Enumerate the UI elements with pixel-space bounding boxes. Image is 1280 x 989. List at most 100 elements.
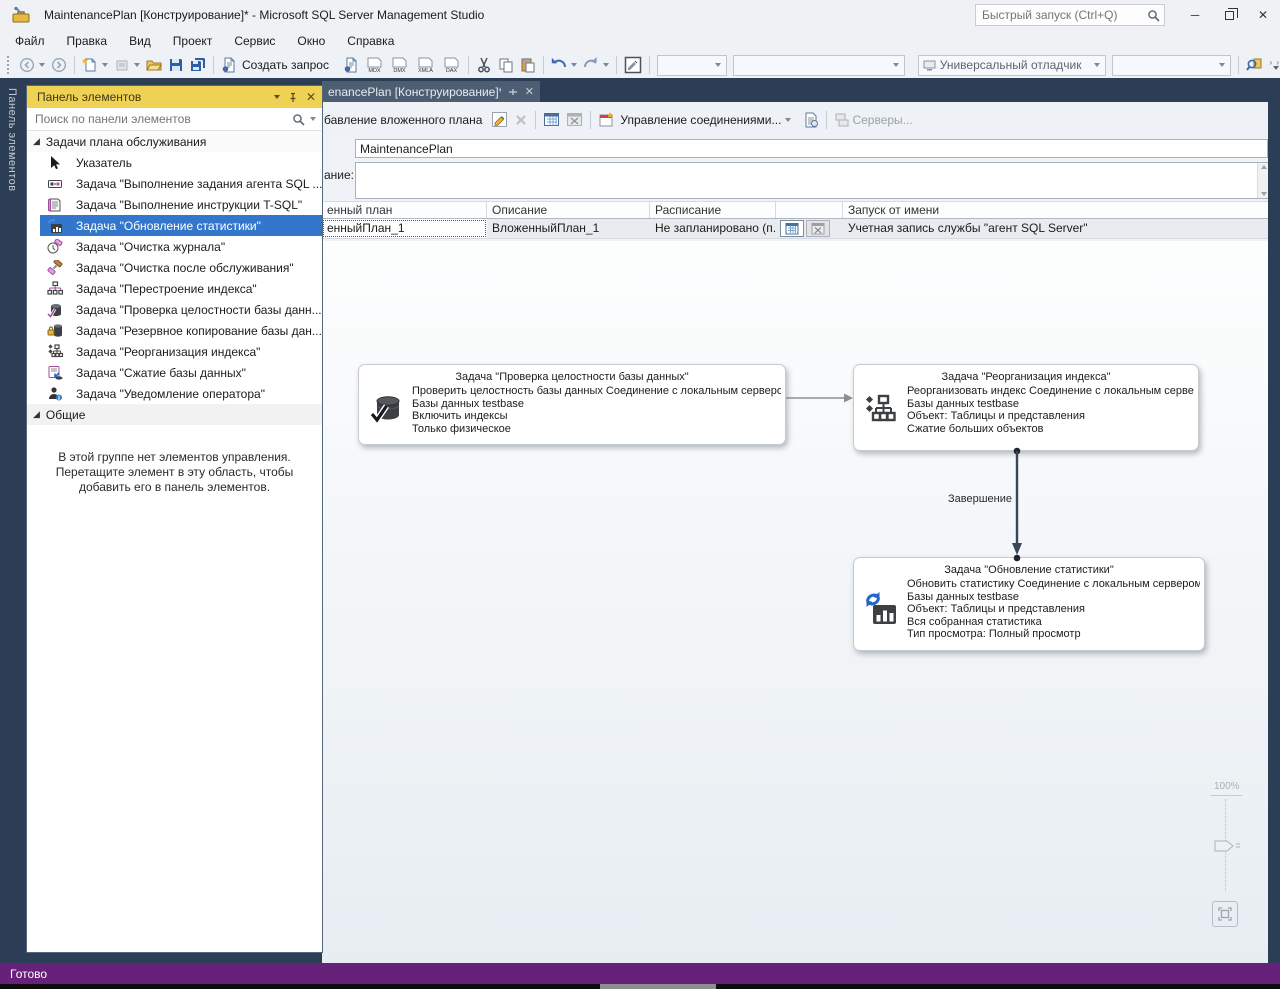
toolbox-item-pointer[interactable]: Указатель bbox=[27, 152, 322, 173]
toolbox-item-check-integrity-task[interactable]: Задача "Проверка целостности базы данн..… bbox=[27, 299, 322, 320]
col-header-description[interactable]: Описание bbox=[487, 202, 650, 218]
new-file-button[interactable] bbox=[79, 54, 111, 76]
menu-view[interactable]: Вид bbox=[118, 30, 162, 52]
combo-box-3[interactable] bbox=[1111, 54, 1232, 76]
toolbox-vertical-tab[interactable]: Панель элементов bbox=[6, 88, 18, 192]
cut-button[interactable] bbox=[473, 54, 495, 76]
search-icon bbox=[1147, 9, 1160, 22]
search-icon[interactable] bbox=[292, 113, 316, 126]
toolbox-item-notify-operator-task[interactable]: Задача "Уведомление оператора" bbox=[27, 383, 322, 404]
toolbox-search[interactable] bbox=[27, 108, 322, 131]
col-header-runas[interactable]: Запуск от имени bbox=[843, 202, 1268, 218]
combo-box-2[interactable] bbox=[732, 54, 905, 76]
col-header-icons[interactable] bbox=[776, 202, 843, 218]
task-reorganize-index[interactable]: Задача "Реорганизация индекса" Реорганиз… bbox=[853, 364, 1199, 451]
manage-connections-caret[interactable] bbox=[785, 117, 792, 122]
plan-name-input[interactable] bbox=[355, 139, 1268, 158]
remove-schedule-button[interactable] bbox=[563, 109, 586, 131]
add-item-button[interactable] bbox=[111, 54, 143, 76]
forward-button[interactable] bbox=[48, 54, 70, 76]
close-button[interactable]: ✕ bbox=[1246, 0, 1280, 30]
toolbar-grip[interactable] bbox=[7, 56, 12, 74]
zoom-slider-handle[interactable] bbox=[1214, 839, 1242, 853]
mdx-query-button[interactable]: MDX bbox=[362, 54, 387, 76]
toolbox-title: Панель элементов bbox=[37, 90, 142, 104]
task-update-statistics[interactable]: Задача "Обновление статистики" Обновить … bbox=[853, 557, 1205, 651]
precedence-arrow-horizontal[interactable] bbox=[786, 390, 854, 406]
find-button[interactable] bbox=[1243, 54, 1265, 76]
description-scrollbar[interactable] bbox=[1257, 163, 1268, 198]
toolbox-item-update-statistics-task[interactable]: Задача "Обновление статистики" bbox=[40, 215, 322, 236]
description-textarea[interactable] bbox=[355, 162, 1268, 199]
add-subplan-button[interactable]: бавление вложенного плана bbox=[324, 113, 482, 127]
restore-button[interactable] bbox=[1212, 0, 1246, 30]
properties-window-button[interactable] bbox=[621, 54, 645, 76]
pin-icon[interactable] bbox=[288, 92, 298, 103]
menu-window[interactable]: Окно bbox=[286, 30, 336, 52]
edit-schedule-button[interactable] bbox=[780, 220, 804, 237]
precedence-arrow-vertical[interactable] bbox=[1006, 447, 1028, 563]
paste-button[interactable] bbox=[517, 54, 539, 76]
dmx-query-button[interactable]: DMX bbox=[387, 54, 412, 76]
toolbar-overflow-button[interactable]: › › bbox=[1269, 59, 1280, 70]
close-icon[interactable]: ✕ bbox=[306, 90, 316, 104]
toolbox-item-rebuild-index-task[interactable]: Задача "Перестроение индекса" bbox=[27, 278, 322, 299]
toolbox-item-shrink-database-task[interactable]: Задача "Сжатие базы данных" bbox=[27, 362, 322, 383]
open-file-button[interactable] bbox=[143, 54, 165, 76]
menu-file[interactable]: Файл bbox=[4, 30, 56, 52]
xmla-query-button[interactable]: XMLA bbox=[412, 54, 439, 76]
combo-box-1[interactable] bbox=[656, 54, 727, 76]
minimize-button[interactable]: ─ bbox=[1178, 0, 1212, 30]
zoom-fit-button[interactable] bbox=[1212, 901, 1238, 927]
delete-subplan-button[interactable] bbox=[511, 109, 531, 131]
toolbox-group-maintenance-tasks[interactable]: ◢ Задачи плана обслуживания bbox=[27, 131, 322, 152]
toolbox-header[interactable]: Панель элементов ✕ bbox=[27, 86, 322, 108]
database-engine-query-button[interactable] bbox=[340, 54, 362, 76]
edit-subplan-button[interactable] bbox=[488, 109, 511, 131]
new-file-caret[interactable] bbox=[102, 63, 108, 67]
toolbox-item-reorganize-index-task[interactable]: Задача "Реорганизация индекса" bbox=[27, 341, 322, 362]
save-all-button[interactable] bbox=[187, 54, 209, 76]
toolbox-item-tsql-statement-task[interactable]: Задача "Выполнение инструкции T-SQL" bbox=[27, 194, 322, 215]
redo-caret[interactable] bbox=[602, 63, 609, 67]
servers-button[interactable]: Серверы... bbox=[831, 109, 915, 131]
tab-close-icon[interactable]: ✕ bbox=[525, 85, 534, 98]
subplan-schedule-button[interactable] bbox=[540, 109, 563, 131]
toolbox-search-input[interactable] bbox=[27, 112, 292, 126]
quick-launch-box[interactable] bbox=[975, 4, 1165, 26]
task-check-integrity[interactable]: Задача "Проверка целостности базы данных… bbox=[358, 364, 786, 445]
new-query-button[interactable]: Создать запрос bbox=[218, 54, 332, 76]
pin-icon[interactable] bbox=[508, 87, 518, 97]
search-options-caret[interactable] bbox=[310, 117, 316, 121]
save-button[interactable] bbox=[165, 54, 187, 76]
remove-schedule-row-button[interactable] bbox=[806, 220, 830, 237]
menu-project[interactable]: Проект bbox=[162, 30, 224, 52]
debugger-combo[interactable]: Универсальный отладчик bbox=[917, 54, 1106, 76]
window-position-caret[interactable] bbox=[272, 95, 280, 99]
back-button[interactable] bbox=[16, 54, 48, 76]
design-surface[interactable]: Задача "Проверка целостности базы данных… bbox=[322, 241, 1268, 963]
collapse-triangle-icon: ◢ bbox=[33, 409, 40, 419]
toolbox-item-maintenance-cleanup-task[interactable]: Задача "Очистка после обслуживания" bbox=[27, 257, 322, 278]
dax-query-button[interactable]: DAX bbox=[439, 54, 464, 76]
undo-caret[interactable] bbox=[570, 63, 577, 67]
toolbox-item-history-cleanup-task[interactable]: Задача "Очистка журнала" bbox=[27, 236, 322, 257]
menu-tools[interactable]: Сервис bbox=[223, 30, 286, 52]
reporting-options-button[interactable] bbox=[800, 109, 822, 131]
menu-edit[interactable]: Правка bbox=[56, 30, 119, 52]
add-item-caret[interactable] bbox=[134, 63, 140, 67]
redo-button[interactable] bbox=[580, 54, 612, 76]
document-tab[interactable]: enancePlan [Конструирование]* ✕ bbox=[322, 81, 540, 102]
col-header-plan[interactable]: енный план bbox=[322, 202, 487, 218]
undo-button[interactable] bbox=[548, 54, 580, 76]
back-caret[interactable] bbox=[39, 63, 45, 67]
manage-connections-button[interactable]: Управление соединениями... bbox=[595, 109, 794, 131]
menu-help[interactable]: Справка bbox=[336, 30, 405, 52]
copy-button[interactable] bbox=[495, 54, 517, 76]
toolbox-item-sql-agent-job-task[interactable]: Задача "Выполнение задания агента SQL ..… bbox=[27, 173, 322, 194]
subplan-row[interactable]: енныйПлан_1 ВложенныйПлан_1 Не запланиро… bbox=[322, 219, 1268, 239]
quick-launch-input[interactable] bbox=[976, 8, 1147, 22]
toolbox-item-backup-database-task[interactable]: Задача "Резервное копирование базы дан..… bbox=[27, 320, 322, 341]
col-header-schedule[interactable]: Расписание bbox=[650, 202, 776, 218]
toolbox-group-general[interactable]: ◢ Общие bbox=[27, 404, 322, 425]
